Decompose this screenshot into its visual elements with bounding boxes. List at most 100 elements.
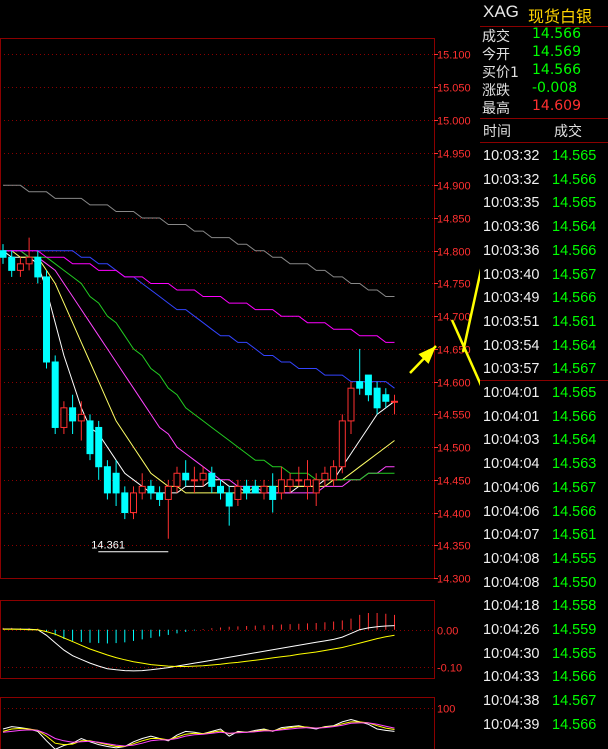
tick-row[interactable]: 10:04:01 14.566 — [480, 407, 608, 430]
y-tick-label: 14.750 — [437, 279, 471, 291]
y-tick-label: 15.000 — [437, 116, 471, 128]
tick-price: 14.566 — [552, 171, 597, 188]
tick-time: 10:04:33 — [483, 669, 540, 686]
candle-body — [330, 466, 338, 481]
tick-row[interactable]: 10:04:06 14.567 — [480, 478, 608, 501]
kline-chart-area[interactable]: 15.100 15.050 15.000 14.950 14.900 14.850 14.8… — [0, 0, 480, 749]
moving-average-line — [2, 250, 395, 494]
tick-price: 14.565 — [552, 645, 597, 662]
tick-time: 10:03:40 — [483, 266, 540, 283]
oscillator-panel: 1000 — [0, 697, 455, 749]
low-price-label: 14.361 — [91, 540, 125, 552]
candle-body — [173, 472, 181, 487]
candle-body — [103, 466, 111, 494]
quote-row: 今开 14.569 — [480, 44, 608, 63]
tick-time: 10:03:36 — [483, 242, 540, 259]
tick-row[interactable]: 10:03:36 14.564 — [480, 217, 608, 240]
tick-time: 10:03:57 — [483, 361, 540, 378]
y-tick-label: 100 — [437, 704, 455, 716]
tick-row[interactable]: 10:04:18 14.558 — [480, 596, 608, 619]
panel-frame — [0, 38, 435, 579]
candle-body — [156, 492, 164, 500]
y-tick-label: 14.800 — [437, 247, 471, 259]
tick-row[interactable]: 10:04:04 14.563 — [480, 454, 608, 477]
tick-row[interactable]: 10:04:06 14.566 — [480, 502, 608, 525]
tick-row[interactable]: 10:04:01 14.565 — [480, 383, 608, 406]
quote-row: 买价1 14.566 — [480, 62, 608, 81]
candle-body — [208, 472, 216, 487]
tick-time: 10:04:06 — [483, 503, 540, 520]
tick-price: 14.564 — [552, 219, 597, 236]
tick-price: 14.561 — [552, 313, 597, 330]
tick-row[interactable]: 10:04:07 14.561 — [480, 525, 608, 548]
moving-average-line — [3, 250, 395, 494]
tick-price: 14.564 — [552, 432, 597, 449]
candle-body — [260, 485, 268, 494]
candle-body — [391, 400, 398, 403]
quote-row: 成交 14.566 — [480, 26, 608, 45]
candle-body — [43, 276, 50, 363]
tick-price: 14.567 — [552, 266, 597, 283]
tick-row[interactable]: 10:03:49 14.566 — [480, 288, 608, 311]
candle-body — [277, 479, 285, 494]
quote-value: 14.609 — [532, 98, 581, 114]
candle-body — [86, 420, 94, 455]
y-tick-label: 14.350 — [437, 541, 471, 553]
y-tick-label: 14.850 — [437, 214, 471, 226]
candle-body — [16, 263, 24, 271]
tick-time: 10:03:36 — [483, 219, 540, 236]
oscillator-line — [2, 722, 395, 747]
macd-panel: 0.00 -0.10 — [0, 600, 462, 679]
tick-time: 10:04:26 — [483, 622, 540, 638]
tick-price: 14.559 — [552, 622, 597, 638]
tick-row[interactable]: 10:04:38 14.567 — [480, 691, 608, 714]
tick-price: 14.566 — [552, 290, 597, 307]
tick-row[interactable]: 10:04:39 14.566 — [480, 715, 608, 738]
tick-row[interactable]: 10:04:03 14.564 — [480, 430, 608, 453]
tick-time: 10:04:01 — [483, 408, 540, 425]
tick-row[interactable]: 10:03:32 14.566 — [480, 170, 608, 193]
candle-body — [364, 374, 372, 396]
quote-row: 涨跌 -0.008 — [480, 80, 608, 99]
candle-body — [190, 479, 198, 482]
tick-price: 14.565 — [552, 148, 597, 164]
candle-body — [138, 485, 146, 494]
candle-body — [199, 472, 207, 481]
y-tick-label: 15.100 — [437, 50, 471, 62]
tick-price: 14.555 — [552, 550, 597, 567]
tick-row[interactable]: 10:03:32 14.565 — [480, 146, 608, 169]
tick-row[interactable]: 10:04:30 14.565 — [480, 644, 608, 667]
y-tick-label: -0.10 — [437, 663, 462, 675]
tick-price: 14.565 — [552, 195, 597, 212]
candle-body — [182, 472, 190, 481]
tick-price: 14.566 — [552, 716, 597, 733]
tick-row[interactable]: 10:03:54 14.564 — [480, 336, 608, 359]
tick-row[interactable]: 10:03:57 14.567 — [480, 359, 608, 382]
tick-price: 14.550 — [552, 574, 597, 591]
tick-time: 10:04:38 — [483, 693, 540, 710]
tick-row[interactable]: 10:04:33 14.566 — [480, 667, 608, 690]
tick-time: 10:04:03 — [483, 432, 540, 449]
candle-body — [0, 250, 7, 258]
candle-body — [356, 381, 364, 389]
tick-row[interactable]: 10:04:26 14.559 — [480, 620, 608, 643]
tick-row[interactable]: 10:03:35 14.565 — [480, 193, 608, 216]
quote-label: 最高 — [482, 101, 510, 117]
tick-row[interactable]: 10:03:51 14.561 — [480, 312, 608, 335]
candle-body — [77, 413, 85, 422]
candlestick-panel[interactable]: 15.100 15.050 15.000 14.950 14.900 14.850 14.8… — [0, 38, 471, 586]
tick-time: 10:03:35 — [483, 195, 540, 212]
tick-row[interactable]: 10:03:40 14.567 — [480, 265, 608, 288]
tick-row[interactable]: 10:04:08 14.550 — [480, 573, 608, 596]
quote-label: 成交 — [482, 29, 510, 45]
y-tick-label: 14.950 — [437, 149, 471, 161]
tick-price: 14.566 — [552, 408, 597, 425]
candle-body — [382, 394, 390, 402]
y-tick-label: 14.400 — [437, 509, 471, 521]
ticks-header-time: 时间 — [483, 124, 511, 140]
y-tick-label: 14.550 — [437, 410, 471, 422]
quote-value: 14.566 — [532, 62, 581, 78]
tick-row[interactable]: 10:04:08 14.555 — [480, 549, 608, 572]
tick-row[interactable]: 10:03:36 14.566 — [480, 241, 608, 264]
tick-price: 14.566 — [552, 669, 597, 686]
